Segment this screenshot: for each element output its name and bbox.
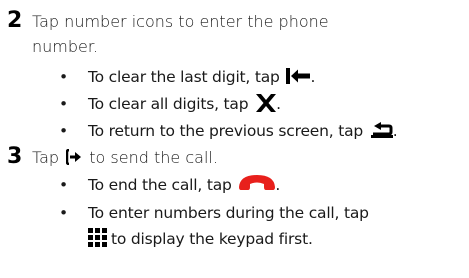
step-text-line2: number. bbox=[32, 37, 99, 56]
step-text-pre: Tap bbox=[32, 148, 60, 167]
send-call-arrow-icon bbox=[66, 148, 82, 165]
bullet-text: To enter numbers during the call, tap bbox=[88, 204, 369, 222]
bullet-dot: • bbox=[59, 204, 69, 222]
bullet-text: To end the call, tap bbox=[88, 176, 232, 194]
step-number: 3 bbox=[7, 144, 23, 169]
bullet-text: To clear all digits, tap bbox=[88, 95, 249, 113]
bullet-text: To clear the last digit, tap bbox=[88, 68, 280, 86]
bullet-dot: • bbox=[59, 122, 69, 140]
x-icon bbox=[256, 93, 277, 112]
step-text-line1: Tap to send the call. bbox=[32, 145, 218, 170]
list-item: • To enter numbers during the call, tap bbox=[0, 201, 469, 226]
bullet-end: . bbox=[310, 68, 316, 86]
end-call-handset-icon bbox=[239, 174, 276, 192]
list-item: • To return to the previous screen, tap … bbox=[0, 119, 469, 144]
backspace-arrow-icon bbox=[286, 67, 311, 84]
step-number: 2 bbox=[7, 8, 23, 33]
keypad-grid-icon bbox=[88, 228, 107, 247]
bullet-dot: • bbox=[59, 176, 69, 194]
list-item-continuation: to display the keypad first. bbox=[0, 227, 469, 252]
return-arrow-icon bbox=[370, 121, 393, 138]
bullet-text: To return to the previous screen, tap bbox=[88, 122, 364, 140]
list-item: • To end the call, tap . bbox=[0, 173, 469, 198]
bullet-end: . bbox=[392, 122, 398, 140]
step-text-post: to send the call. bbox=[89, 148, 218, 167]
bullet-end: . bbox=[276, 95, 281, 113]
bullet-text: to display the keypad first. bbox=[111, 230, 313, 248]
list-item: • To clear all digits, tap . bbox=[0, 92, 469, 117]
step-text-line1: Tap number icons to enter the phone bbox=[32, 12, 329, 31]
bullet-dot: • bbox=[59, 95, 69, 113]
list-item: • To clear the last digit, tap . bbox=[0, 65, 469, 90]
instruction-document: 2 Tap number icons to enter the phone nu… bbox=[0, 0, 469, 278]
bullet-dot: • bbox=[59, 68, 69, 86]
bullet-end: . bbox=[275, 176, 281, 194]
